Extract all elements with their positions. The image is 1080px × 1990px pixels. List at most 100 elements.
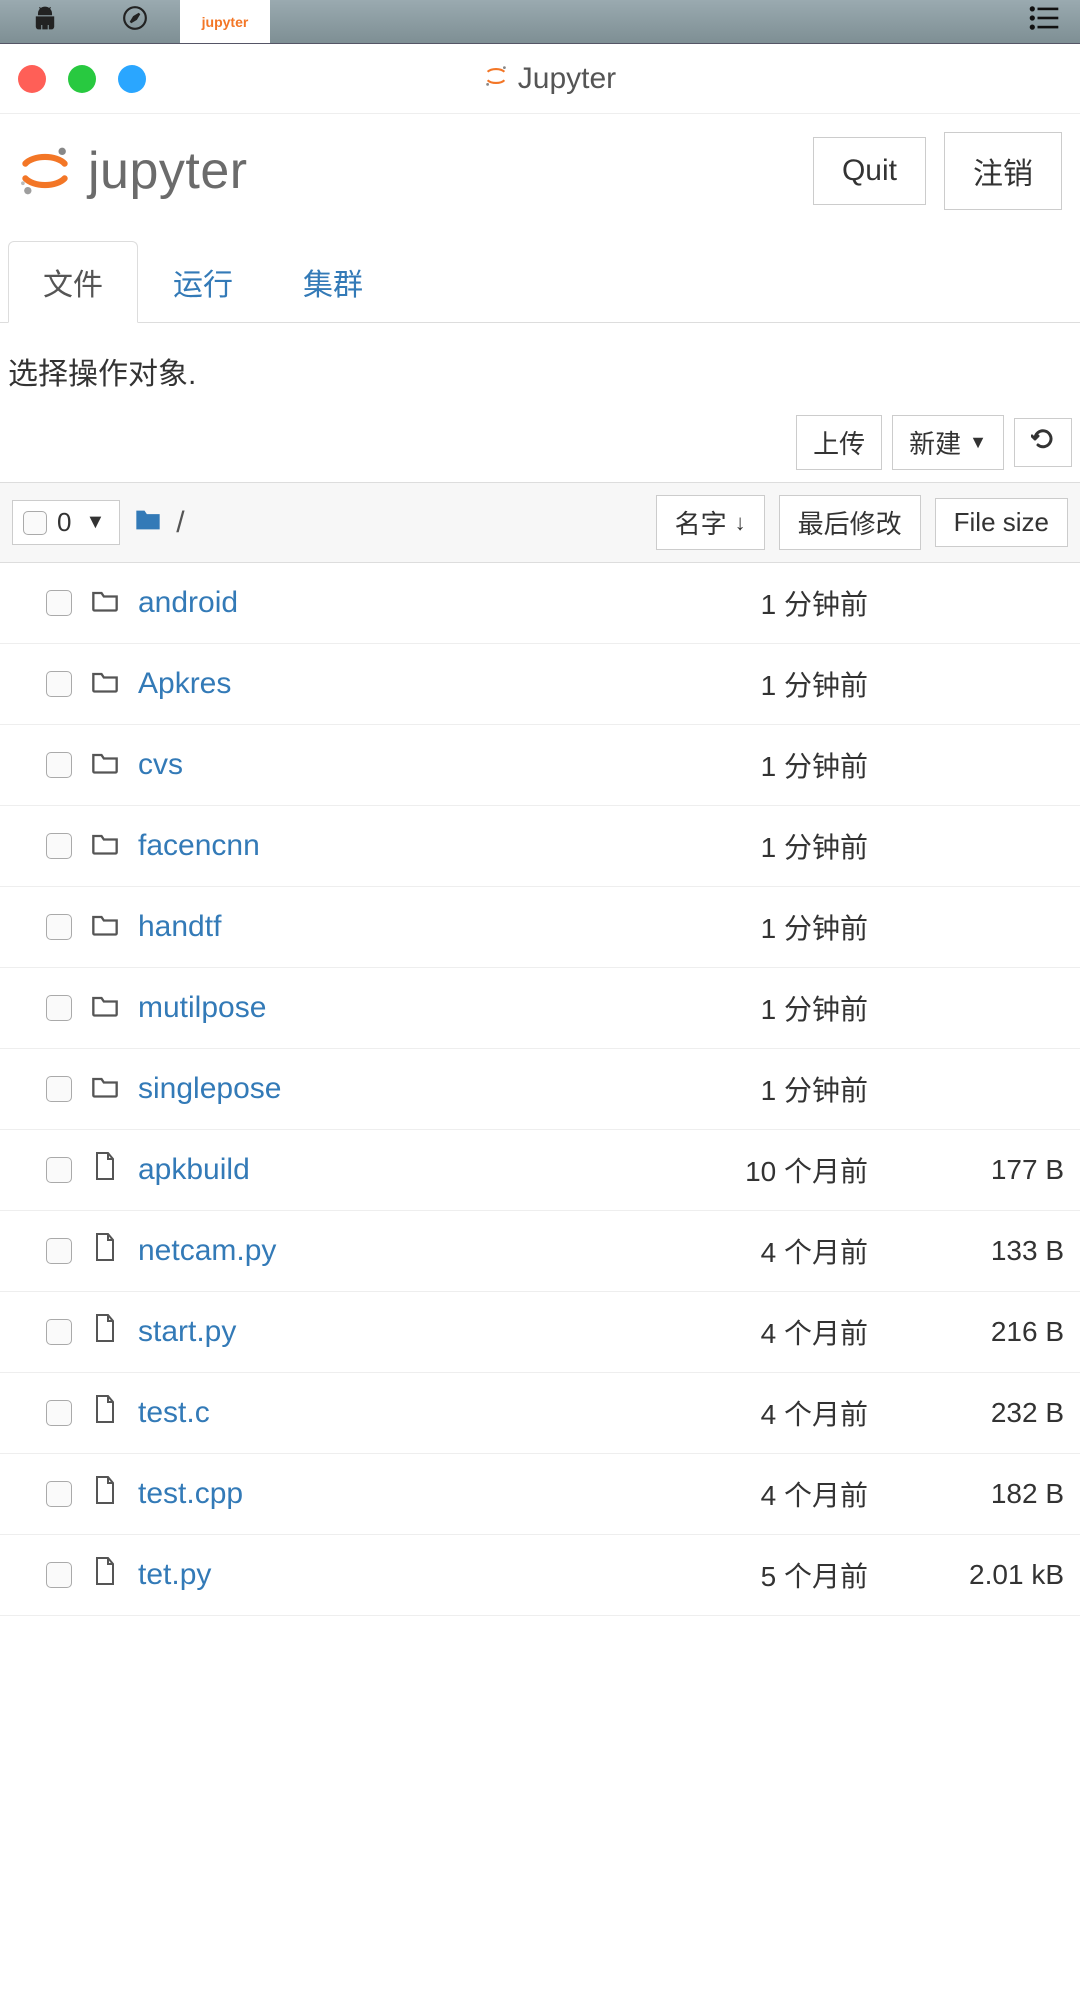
row-checkbox[interactable] bbox=[46, 590, 72, 616]
file-row: handtf 1 分钟前 bbox=[0, 887, 1080, 968]
file-icon bbox=[88, 1313, 122, 1351]
file-modified: 10 个月前 bbox=[638, 1150, 868, 1190]
file-row: netcam.py4 个月前133 B bbox=[0, 1211, 1080, 1292]
refresh-button[interactable] bbox=[1014, 418, 1072, 467]
file-row: tet.py5 个月前2.01 kB bbox=[0, 1535, 1080, 1616]
minimize-window-button[interactable] bbox=[68, 65, 96, 93]
file-modified: 4 个月前 bbox=[638, 1231, 868, 1271]
refresh-icon bbox=[1031, 427, 1055, 458]
sort-modified-button[interactable]: 最后修改 bbox=[779, 495, 921, 550]
file-name-link[interactable]: facencnn bbox=[138, 829, 458, 863]
file-icon bbox=[88, 1151, 122, 1189]
folder-icon bbox=[88, 910, 122, 944]
file-name-link[interactable]: start.py bbox=[138, 1315, 458, 1349]
selected-count: 0 bbox=[57, 507, 71, 538]
jupyter-logo-text: jupyter bbox=[88, 141, 248, 201]
file-name-link[interactable]: apkbuild bbox=[138, 1153, 458, 1187]
tab-running[interactable]: 运行 bbox=[138, 241, 268, 323]
sort-size-button[interactable]: File size bbox=[935, 498, 1068, 547]
file-name-link[interactable]: handtf bbox=[138, 910, 458, 944]
jupyter-logo[interactable]: jupyter bbox=[18, 141, 248, 201]
file-modified: 1 分钟前 bbox=[638, 1069, 868, 1109]
file-modified: 1 分钟前 bbox=[638, 907, 868, 947]
new-label: 新建 bbox=[909, 424, 961, 461]
folder-icon bbox=[88, 586, 122, 620]
os-tab-android[interactable] bbox=[0, 0, 90, 43]
file-row: mutilpose 1 分钟前 bbox=[0, 968, 1080, 1049]
jupyter-mini-icon: jupyter bbox=[202, 14, 249, 30]
file-name-link[interactable]: mutilpose bbox=[138, 991, 458, 1025]
window-title: Jupyter bbox=[518, 62, 616, 96]
file-modified: 1 分钟前 bbox=[638, 583, 868, 623]
row-checkbox[interactable] bbox=[46, 752, 72, 778]
logout-button[interactable]: 注销 bbox=[944, 132, 1062, 210]
os-task-bar: jupyter bbox=[0, 0, 1080, 44]
file-name-link[interactable]: tet.py bbox=[138, 1558, 458, 1592]
row-checkbox[interactable] bbox=[46, 1400, 72, 1426]
select-all-control[interactable]: 0 ▼ bbox=[12, 500, 120, 545]
sort-name-button[interactable]: 名字 ↓ bbox=[656, 495, 765, 550]
file-row: facencnn 1 分钟前 bbox=[0, 806, 1080, 887]
compass-icon bbox=[122, 5, 148, 38]
menu-list-icon[interactable] bbox=[1028, 5, 1060, 38]
row-checkbox[interactable] bbox=[46, 1157, 72, 1183]
file-modified: 5 个月前 bbox=[638, 1555, 868, 1595]
file-row: cvs1 分钟前 bbox=[0, 725, 1080, 806]
arrow-down-icon: ↓ bbox=[735, 510, 746, 536]
file-icon bbox=[88, 1556, 122, 1594]
file-row: android 1 分钟前 bbox=[0, 563, 1080, 644]
instruction-text: 选择操作对象. bbox=[0, 323, 1080, 405]
row-checkbox[interactable] bbox=[46, 833, 72, 859]
row-checkbox[interactable] bbox=[46, 1319, 72, 1345]
file-modified: 1 分钟前 bbox=[638, 664, 868, 704]
file-name-link[interactable]: netcam.py bbox=[138, 1234, 458, 1268]
file-name-link[interactable]: singlepose bbox=[138, 1072, 458, 1106]
upload-label: 上传 bbox=[813, 424, 865, 461]
file-name-link[interactable]: cvs bbox=[138, 748, 458, 782]
action-toolbar: 上传 新建 ▼ bbox=[0, 405, 1080, 482]
maximize-window-button[interactable] bbox=[118, 65, 146, 93]
folder-icon bbox=[88, 1072, 122, 1106]
caret-down-icon[interactable]: ▼ bbox=[81, 511, 109, 534]
row-checkbox[interactable] bbox=[46, 1562, 72, 1588]
file-name-link[interactable]: Apkres bbox=[138, 667, 458, 701]
file-icon bbox=[88, 1394, 122, 1432]
page-header: jupyter Quit 注销 bbox=[0, 114, 1080, 240]
tab-files[interactable]: 文件 bbox=[8, 241, 138, 323]
caret-down-icon: ▼ bbox=[969, 432, 987, 453]
row-checkbox[interactable] bbox=[46, 1238, 72, 1264]
row-checkbox[interactable] bbox=[46, 671, 72, 697]
new-button[interactable]: 新建 ▼ bbox=[892, 415, 1004, 470]
folder-icon bbox=[88, 991, 122, 1025]
file-row: Apkres 1 分钟前 bbox=[0, 644, 1080, 725]
file-modified: 1 分钟前 bbox=[638, 988, 868, 1028]
file-icon bbox=[88, 1475, 122, 1513]
row-checkbox[interactable] bbox=[46, 995, 72, 1021]
android-icon bbox=[32, 5, 58, 38]
breadcrumb-root-folder-icon[interactable] bbox=[134, 507, 162, 539]
os-tab-jupyter[interactable]: jupyter bbox=[180, 0, 270, 43]
file-size: 232 B bbox=[884, 1397, 1064, 1429]
file-name-link[interactable]: android bbox=[138, 586, 458, 620]
quit-button[interactable]: Quit bbox=[813, 137, 926, 205]
file-size: 182 B bbox=[884, 1478, 1064, 1510]
file-name-link[interactable]: test.c bbox=[138, 1396, 458, 1430]
sort-size-label: File size bbox=[954, 507, 1049, 538]
os-tab-safari[interactable] bbox=[90, 0, 180, 43]
file-modified: 4 个月前 bbox=[638, 1312, 868, 1352]
file-list-header: 0 ▼ / 名字 ↓ 最后修改 File size bbox=[0, 482, 1080, 563]
file-row: singlepose 1 分钟前 bbox=[0, 1049, 1080, 1130]
file-list: android1 分钟前Apkres1 分钟前cvs1 分钟前facencnn1… bbox=[0, 563, 1080, 1616]
row-checkbox[interactable] bbox=[46, 1481, 72, 1507]
file-row: start.py 4 个月前 216 B bbox=[0, 1292, 1080, 1373]
tab-clusters[interactable]: 集群 bbox=[268, 241, 398, 323]
upload-button[interactable]: 上传 bbox=[796, 415, 882, 470]
file-name-link[interactable]: test.cpp bbox=[138, 1477, 458, 1511]
row-checkbox[interactable] bbox=[46, 914, 72, 940]
file-size: 216 B bbox=[884, 1316, 1064, 1348]
row-checkbox[interactable] bbox=[46, 1076, 72, 1102]
select-all-checkbox[interactable] bbox=[23, 511, 47, 535]
file-modified: 1 分钟前 bbox=[638, 826, 868, 866]
file-modified: 4 个月前 bbox=[638, 1393, 868, 1433]
close-window-button[interactable] bbox=[18, 65, 46, 93]
